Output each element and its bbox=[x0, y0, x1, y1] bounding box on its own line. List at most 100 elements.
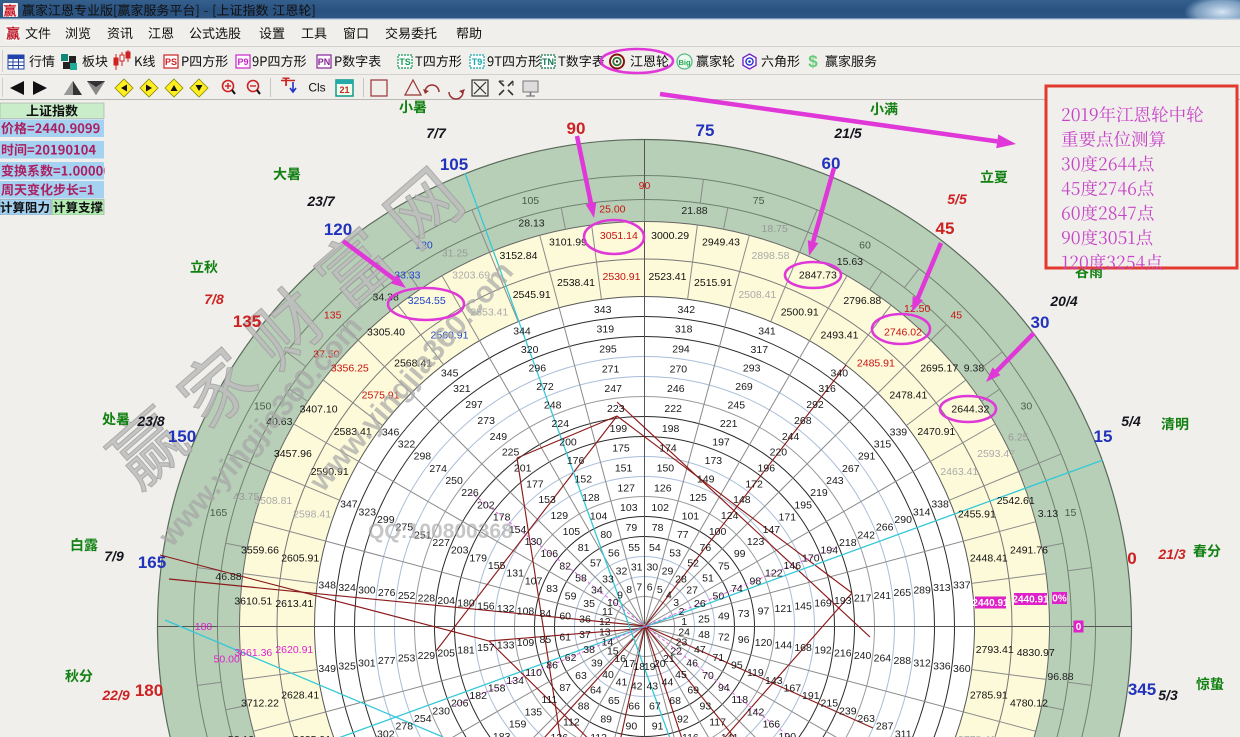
svg-text:192: 192 bbox=[814, 645, 832, 657]
svg-text:2605.91: 2605.91 bbox=[281, 553, 319, 565]
svg-text:35: 35 bbox=[583, 598, 595, 610]
svg-text:127: 127 bbox=[617, 482, 635, 494]
svg-text:76: 76 bbox=[700, 542, 712, 554]
svg-text:86: 86 bbox=[546, 659, 558, 671]
svg-text:243: 243 bbox=[826, 475, 844, 487]
svg-text:T9: T9 bbox=[472, 57, 483, 67]
svg-text:317: 317 bbox=[751, 344, 769, 356]
svg-text:135: 135 bbox=[525, 706, 543, 718]
svg-text:90: 90 bbox=[626, 720, 638, 732]
svg-text:7/7: 7/7 bbox=[426, 125, 447, 141]
svg-text:2440.91: 2440.91 bbox=[972, 598, 1009, 609]
svg-text:242: 242 bbox=[857, 529, 875, 541]
svg-text:62: 62 bbox=[565, 652, 577, 664]
svg-text:125: 125 bbox=[689, 492, 707, 504]
svg-text:18.75: 18.75 bbox=[762, 223, 788, 235]
svg-text:296: 296 bbox=[529, 363, 547, 375]
svg-text:159: 159 bbox=[509, 719, 527, 731]
svg-text:254: 254 bbox=[414, 713, 432, 725]
svg-text:3000.29: 3000.29 bbox=[651, 230, 689, 242]
svg-text:PN: PN bbox=[318, 57, 331, 67]
svg-text:2440.91: 2440.91 bbox=[1012, 595, 1049, 606]
svg-text:15.63: 15.63 bbox=[837, 256, 863, 268]
svg-text:245: 245 bbox=[728, 399, 746, 411]
svg-text:247: 247 bbox=[604, 383, 622, 395]
svg-text:196: 196 bbox=[758, 463, 776, 475]
svg-text:3457.96: 3457.96 bbox=[274, 448, 312, 460]
svg-text:142: 142 bbox=[747, 706, 765, 718]
svg-text:129: 129 bbox=[551, 510, 569, 522]
svg-text:167: 167 bbox=[784, 682, 802, 694]
svg-text:24: 24 bbox=[678, 626, 690, 638]
svg-text:3508.81: 3508.81 bbox=[254, 495, 292, 507]
svg-text:60: 60 bbox=[822, 154, 841, 173]
svg-text:150: 150 bbox=[657, 463, 675, 475]
svg-text:141: 141 bbox=[721, 732, 739, 737]
svg-text:253: 253 bbox=[398, 653, 416, 665]
svg-text:32: 32 bbox=[616, 566, 628, 578]
svg-text:190: 190 bbox=[779, 731, 797, 737]
svg-text:21/5: 21/5 bbox=[833, 125, 861, 141]
svg-text:2796.88: 2796.88 bbox=[843, 295, 881, 307]
svg-text:PS: PS bbox=[165, 57, 177, 67]
svg-text:31: 31 bbox=[631, 562, 643, 574]
svg-text:45: 45 bbox=[675, 669, 687, 681]
svg-text:250: 250 bbox=[445, 475, 463, 487]
svg-text:3101.99: 3101.99 bbox=[549, 237, 587, 249]
svg-text:23/8: 23/8 bbox=[136, 413, 164, 429]
svg-text:266: 266 bbox=[876, 522, 894, 534]
svg-text:75: 75 bbox=[718, 560, 730, 572]
svg-text:170: 170 bbox=[802, 552, 820, 564]
svg-text:217: 217 bbox=[854, 593, 872, 605]
svg-text:241: 241 bbox=[874, 590, 892, 602]
svg-text:111: 111 bbox=[541, 694, 557, 706]
svg-text:135: 135 bbox=[233, 312, 261, 331]
svg-text:128: 128 bbox=[582, 492, 600, 504]
svg-text:3559.66: 3559.66 bbox=[241, 545, 279, 557]
svg-text:5/3: 5/3 bbox=[1158, 687, 1178, 703]
svg-text:101: 101 bbox=[682, 510, 700, 522]
svg-text:57: 57 bbox=[590, 558, 602, 570]
svg-text:289: 289 bbox=[913, 585, 931, 597]
svg-text:171: 171 bbox=[779, 512, 797, 524]
svg-text:172: 172 bbox=[745, 478, 763, 490]
svg-text:180: 180 bbox=[195, 621, 213, 633]
svg-text:31.25: 31.25 bbox=[442, 248, 468, 260]
svg-text:67: 67 bbox=[649, 701, 661, 713]
svg-text:116: 116 bbox=[682, 732, 699, 737]
svg-text:272: 272 bbox=[536, 381, 554, 393]
svg-text:91: 91 bbox=[652, 720, 664, 732]
svg-text:3.13: 3.13 bbox=[1038, 508, 1059, 520]
svg-text:30: 30 bbox=[1031, 313, 1050, 332]
svg-text:81: 81 bbox=[578, 542, 590, 554]
svg-text:341: 341 bbox=[758, 326, 776, 338]
svg-text:313: 313 bbox=[933, 582, 951, 594]
svg-text:349: 349 bbox=[318, 663, 336, 675]
svg-text:5: 5 bbox=[657, 584, 663, 596]
svg-text:264: 264 bbox=[874, 653, 892, 665]
svg-text:P9: P9 bbox=[237, 57, 248, 67]
svg-text:339: 339 bbox=[890, 426, 908, 438]
svg-text:45: 45 bbox=[950, 309, 962, 321]
svg-text:202: 202 bbox=[477, 499, 495, 511]
svg-text:175: 175 bbox=[612, 443, 630, 455]
svg-text:68: 68 bbox=[669, 695, 681, 707]
svg-text:2538.41: 2538.41 bbox=[557, 277, 595, 289]
svg-text:64: 64 bbox=[590, 685, 602, 697]
svg-text:294: 294 bbox=[672, 344, 690, 356]
svg-text:52: 52 bbox=[687, 558, 699, 570]
svg-text:15: 15 bbox=[1065, 507, 1077, 519]
svg-text:229: 229 bbox=[418, 650, 436, 662]
svg-text:55: 55 bbox=[628, 542, 640, 554]
svg-text:206: 206 bbox=[451, 698, 469, 710]
svg-text:7/9: 7/9 bbox=[104, 548, 124, 564]
svg-text:298: 298 bbox=[414, 451, 432, 463]
svg-text:287: 287 bbox=[876, 721, 894, 733]
svg-text:TS: TS bbox=[399, 57, 411, 67]
svg-text:71: 71 bbox=[713, 652, 725, 664]
svg-text:3152.84: 3152.84 bbox=[500, 250, 538, 262]
svg-text:48: 48 bbox=[698, 629, 710, 641]
svg-text:2542.61: 2542.61 bbox=[997, 495, 1035, 507]
svg-text:315: 315 bbox=[874, 439, 892, 451]
svg-text:337: 337 bbox=[953, 579, 971, 591]
